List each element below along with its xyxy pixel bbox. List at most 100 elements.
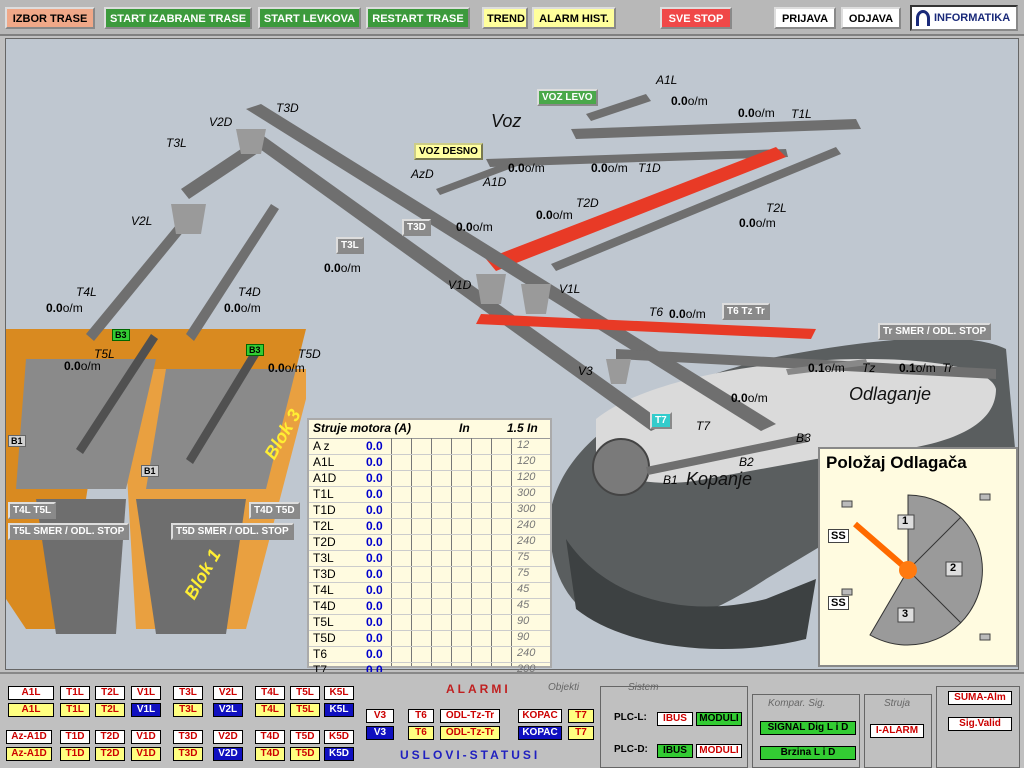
tr-smer-button[interactable]: Tr SMER / ODL. STOP: [878, 323, 992, 340]
brzina-indicator[interactable]: Brzina L i D: [760, 746, 856, 760]
alarm-hist-button[interactable]: ALARM HIST.: [532, 7, 616, 29]
voz-desno-button[interactable]: VOZ DESNO: [414, 143, 483, 160]
t3l-button[interactable]: T3L: [336, 237, 364, 254]
mid-status-cell[interactable]: V3: [366, 726, 394, 740]
voz-levo-button[interactable]: VOZ LEVO: [537, 89, 598, 106]
equipment-status-cell[interactable]: T5D: [290, 747, 320, 761]
trend-button[interactable]: TREND: [482, 7, 528, 29]
equipment-status-cell[interactable]: T3D: [173, 730, 203, 744]
t7-button[interactable]: T7: [650, 412, 672, 429]
equipment-status-cell[interactable]: T2L: [95, 703, 125, 717]
equipment-status-cell[interactable]: V2D: [213, 730, 243, 744]
plc-l-moduli[interactable]: MODULI: [696, 712, 742, 726]
mid-status-cell[interactable]: V3: [366, 709, 394, 723]
equipment-status-cell[interactable]: V1L: [131, 686, 161, 700]
equipment-status-cell[interactable]: T5L: [290, 703, 320, 717]
title-voz: Voz: [491, 111, 522, 131]
equipment-status-cell[interactable]: T5L: [290, 686, 320, 700]
label-t1d: T1D: [638, 161, 661, 175]
equipment-status-cell[interactable]: T1L: [60, 686, 90, 700]
equipment-status-cell[interactable]: T2L: [95, 686, 125, 700]
t5l-smer-button[interactable]: T5L SMER / ODL. STOP: [8, 523, 130, 540]
plc-d-ibus[interactable]: IBUS: [657, 744, 693, 758]
start-levkova-button[interactable]: START LEVKOVA: [258, 7, 361, 29]
signal-dig-indicator[interactable]: SIGNAL Dig L i D: [760, 721, 856, 735]
b1-mid-indicator[interactable]: B1: [141, 465, 159, 477]
start-izabrane-trase-button[interactable]: START IZABRANE TRASE: [104, 7, 252, 29]
equipment-status-cell[interactable]: T1D: [60, 747, 90, 761]
equipment-status-cell[interactable]: T3L: [173, 703, 203, 717]
plc-l-ibus[interactable]: IBUS: [657, 712, 693, 726]
equipment-status-cell[interactable]: T4L: [255, 703, 285, 717]
ss-top-indicator[interactable]: SS: [828, 529, 849, 543]
prijava-button[interactable]: PRIJAVA: [774, 7, 836, 29]
equipment-status-cell[interactable]: T3L: [173, 686, 203, 700]
motor-row: T5L 0.0 90: [309, 615, 550, 631]
equipment-status-cell[interactable]: Az-A1D: [6, 730, 52, 744]
equipment-status-cell[interactable]: V2D: [213, 747, 243, 761]
equipment-status-cell[interactable]: T1D: [60, 730, 90, 744]
equipment-status-cell[interactable]: T2D: [95, 730, 125, 744]
ss-bottom-indicator[interactable]: SS: [828, 596, 849, 610]
i-alarm-indicator[interactable]: I-ALARM: [870, 724, 924, 738]
mid-status-cell[interactable]: KOPAC: [518, 709, 562, 723]
equipment-status-cell[interactable]: A1L: [8, 686, 54, 700]
t6-tz-tr-button[interactable]: T6 Tz Tr: [722, 303, 770, 320]
dial-body: [869, 494, 983, 646]
mid-status-cell[interactable]: T7: [568, 709, 594, 723]
b3-right-indicator[interactable]: B3: [246, 344, 264, 356]
odlagac-position-panel: Položaj Odlagača 1 2 3 SS SS: [818, 447, 1018, 667]
equipment-status-cell[interactable]: Az-A1D: [6, 747, 52, 761]
t4d-t5d-button[interactable]: T4D T5D: [249, 502, 300, 519]
mid-status-cell[interactable]: ODL-Tz-Tr: [440, 726, 500, 740]
objekti-label: Objekti: [548, 682, 580, 693]
mid-status-cell[interactable]: KOPAC: [518, 726, 562, 740]
equipment-status-cell[interactable]: K5L: [324, 686, 354, 700]
motor-name: T2L: [313, 519, 334, 533]
sve-stop-button[interactable]: SVE STOP: [660, 7, 732, 29]
suma-alm-indicator[interactable]: SUMA-Alm: [948, 691, 1012, 705]
equipment-status-cell[interactable]: T2D: [95, 747, 125, 761]
motor-max-value: 120: [517, 471, 536, 483]
speed-t1l: 0.0o/m: [738, 106, 775, 120]
odjava-button[interactable]: ODJAVA: [841, 7, 901, 29]
equipment-status-cell[interactable]: K5D: [324, 747, 354, 761]
equipment-status-cell[interactable]: T4L: [255, 686, 285, 700]
equipment-status-cell[interactable]: T4D: [255, 747, 285, 761]
equipment-status-cell[interactable]: V1D: [131, 747, 161, 761]
t3d-button[interactable]: T3D: [402, 219, 431, 236]
equipment-status-cell[interactable]: A1L: [8, 703, 54, 717]
equipment-status-cell[interactable]: V2L: [213, 703, 243, 717]
t5d-smer-button[interactable]: T5D SMER / ODL. STOP: [171, 523, 294, 540]
motor-max-value: 240: [517, 519, 536, 531]
motor-row: T4L 0.0 45: [309, 583, 550, 599]
equipment-status-cell[interactable]: T3D: [173, 747, 203, 761]
mid-status-cell[interactable]: T6: [408, 709, 434, 723]
limit-indicator: [841, 500, 853, 508]
equipment-status-cell[interactable]: T1L: [60, 703, 90, 717]
t4l-t5l-button[interactable]: T4L T5L: [8, 502, 57, 519]
izbor-trase-button[interactable]: IZBOR TRASE: [5, 7, 95, 29]
equipment-status-cell[interactable]: V1D: [131, 730, 161, 744]
equipment-status-cell[interactable]: T4D: [255, 730, 285, 744]
motor-name: T4D: [313, 599, 336, 613]
plc-d-label: PLC-D:: [614, 744, 648, 755]
sig-valid-indicator[interactable]: Sig.Valid: [948, 717, 1012, 731]
b3-left-indicator[interactable]: B3: [112, 329, 130, 341]
mid-status-cell[interactable]: ODL-Tz-Tr: [440, 709, 500, 723]
equipment-status-cell[interactable]: K5D: [324, 730, 354, 744]
motor-name: T3L: [313, 551, 334, 565]
label-t3l: T3L: [166, 136, 187, 150]
motor-row: T2D 0.0 240: [309, 535, 550, 551]
equipment-status-cell[interactable]: V2L: [213, 686, 243, 700]
b1-left-indicator[interactable]: B1: [8, 435, 26, 447]
restart-trase-button[interactable]: RESTART TRASE: [366, 7, 470, 29]
equipment-status-cell[interactable]: T5D: [290, 730, 320, 744]
equipment-status-cell[interactable]: V1L: [131, 703, 161, 717]
label-b2: B2: [739, 455, 754, 469]
plc-d-moduli[interactable]: MODULI: [696, 744, 742, 758]
equipment-status-cell[interactable]: K5L: [324, 703, 354, 717]
mid-status-cell[interactable]: T6: [408, 726, 434, 740]
label-v2d: V2D: [209, 115, 233, 129]
mid-status-cell[interactable]: T7: [568, 726, 594, 740]
